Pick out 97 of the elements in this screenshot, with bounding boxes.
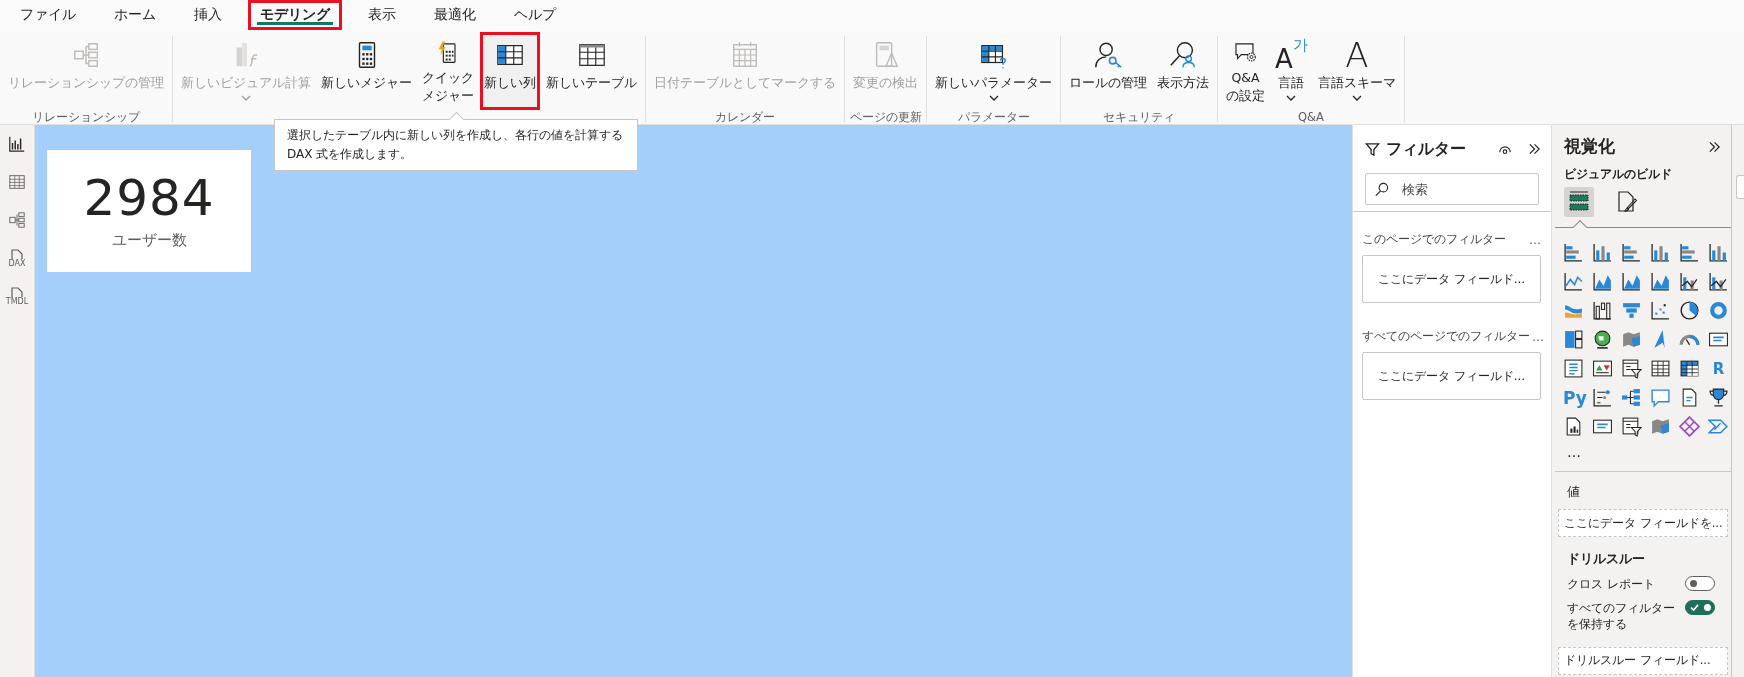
diagram-icon	[8, 211, 26, 229]
card-label: ユーザー数	[111, 230, 187, 250]
view-button[interactable]: DAX	[4, 249, 30, 271]
slicer-icon[interactable]	[1621, 416, 1642, 437]
bar-chart-icon[interactable]	[1679, 242, 1700, 263]
table-icon	[8, 173, 26, 191]
treemap-icon[interactable]	[1563, 329, 1584, 350]
fields-icon	[1567, 190, 1591, 214]
area-chart-icon[interactable]	[1592, 271, 1613, 292]
bar-chart-icon[interactable]	[1621, 242, 1642, 263]
ribbon-button[interactable]: 表示方法	[1153, 32, 1213, 110]
ribbon-button[interactable]: Q&A の設定	[1222, 32, 1269, 110]
ribbon-button[interactable]: 新しいメジャー	[317, 32, 416, 110]
donut-chart-icon[interactable]	[1708, 300, 1729, 321]
ribbon-tab[interactable]: ホーム	[102, 0, 168, 30]
more-button[interactable]: …	[1529, 232, 1541, 247]
toggle-label: すべてのフィルター を保持する	[1567, 600, 1675, 633]
card-value: 2984	[83, 172, 215, 223]
hierarchy-icon[interactable]	[1621, 387, 1642, 408]
map-icon[interactable]	[1621, 329, 1642, 350]
area-chart-icon[interactable]	[1621, 271, 1642, 292]
section-title: すべてのページでのフィルター	[1362, 329, 1530, 344]
bar-chart-icon[interactable]	[1563, 242, 1584, 263]
combo-chart-icon[interactable]	[1708, 271, 1729, 292]
pie-chart-icon[interactable]	[1679, 300, 1700, 321]
pane-title: 視覚化	[1564, 135, 1615, 158]
group-label: セキュリティ	[1103, 110, 1175, 124]
globe-icon[interactable]	[1592, 329, 1613, 350]
field-label: 値	[1567, 484, 1581, 501]
slicer-icon[interactable]	[1621, 358, 1642, 379]
eye-icon[interactable]	[1498, 143, 1512, 155]
waterfall-chart-icon[interactable]	[1592, 300, 1613, 321]
person-key-icon	[1093, 40, 1123, 70]
more-button[interactable]: …	[1567, 441, 1581, 463]
drop-zone[interactable]: ドリルスルー フィールド...	[1558, 646, 1728, 675]
more-button[interactable]: …	[1532, 329, 1544, 344]
diagram-icon	[71, 40, 101, 70]
group-label: ページの更新	[849, 110, 922, 124]
funnel-chart-icon[interactable]	[1621, 300, 1642, 321]
pane-title: フィルター	[1386, 138, 1467, 160]
group-label: リレーションシップ	[32, 110, 140, 124]
column-chart-icon[interactable]	[1592, 242, 1613, 263]
ribbon-button[interactable]: ロールの管理	[1065, 32, 1151, 110]
ribbon-tab[interactable]: 表示	[356, 0, 408, 30]
line-chart-icon[interactable]	[1563, 271, 1584, 292]
column-chart-icon[interactable]	[1708, 242, 1729, 263]
collapse-icon[interactable]	[1708, 140, 1721, 153]
pane-tab[interactable]	[1564, 187, 1594, 217]
toggle-label: クロス レポート	[1567, 576, 1655, 593]
bar-chart-icon	[8, 135, 26, 153]
search-icon	[1374, 182, 1389, 197]
list-icon[interactable]	[1563, 358, 1584, 379]
group-label: Q&A	[1297, 110, 1324, 124]
view-button[interactable]: TMDL	[4, 287, 30, 309]
format-icon	[1615, 190, 1639, 214]
table-icon[interactable]	[1650, 358, 1671, 379]
speech-bubble-icon[interactable]	[1650, 387, 1671, 408]
collapse-icon[interactable]	[1528, 143, 1541, 155]
ribbon-tab[interactable]: 挿入	[182, 0, 234, 30]
ribbon-button[interactable]: クイック メジャー	[418, 32, 478, 110]
toggle-switch[interactable]	[1685, 600, 1715, 616]
drop-zone[interactable]: ここにデータ フィールド...	[1362, 352, 1541, 400]
scatter-chart-icon[interactable]	[1650, 300, 1671, 321]
group-label: パラメーター	[957, 110, 1030, 124]
ribbon-tab[interactable]: ヘルプ	[502, 0, 568, 30]
ribbon-tab[interactable]: 最適化	[422, 0, 488, 30]
kpi-icon[interactable]	[1592, 358, 1613, 379]
section-title: ビジュアルのビルド	[1564, 166, 1673, 183]
column-chart-icon[interactable]	[1650, 242, 1671, 263]
trophy-icon[interactable]	[1708, 387, 1729, 408]
map-icon[interactable]	[1650, 416, 1671, 437]
ribbon-tab[interactable]: モデリング	[248, 0, 342, 30]
section-title: ドリルスルー	[1567, 551, 1646, 568]
drop-zone[interactable]: ここにデータ フィールドを...	[1558, 509, 1728, 537]
search-field[interactable]: 検索	[1365, 173, 1539, 205]
ribbon-button[interactable]: 新しい列	[480, 32, 540, 110]
filter-icon	[1365, 141, 1380, 157]
matrix-icon[interactable]	[1679, 358, 1700, 379]
section-title: このページでのフィルター	[1362, 232, 1506, 247]
area-chart-icon[interactable]	[1650, 271, 1671, 292]
tooltip-text: 選択したテーブル内に新しい列を作成し、各行の値を計算する DAX 式を作成します。	[287, 127, 623, 163]
check-icon	[1690, 604, 1699, 612]
document-icon	[11, 249, 23, 259]
drop-zone[interactable]: ここにデータ フィールド...	[1362, 255, 1541, 303]
chart-icon[interactable]	[1592, 387, 1613, 408]
diamond-icon[interactable]	[1679, 416, 1700, 437]
person-search-icon	[1168, 40, 1198, 70]
chevron-icon[interactable]	[1708, 416, 1729, 437]
ribbon-button[interactable]: A 言語スキーマ	[1313, 32, 1400, 110]
group-label: カレンダー	[715, 110, 775, 124]
calendar-icon	[730, 40, 760, 70]
toggle-switch[interactable]	[1685, 576, 1715, 591]
ribbon-button[interactable]: 新しいテーブル	[542, 32, 641, 110]
document-icon	[11, 287, 23, 297]
ribbon-button[interactable]: 新しいパラメーター	[931, 32, 1056, 110]
combo-chart-icon[interactable]	[1679, 271, 1700, 292]
ribbon-tab[interactable]: ファイル	[8, 0, 88, 30]
